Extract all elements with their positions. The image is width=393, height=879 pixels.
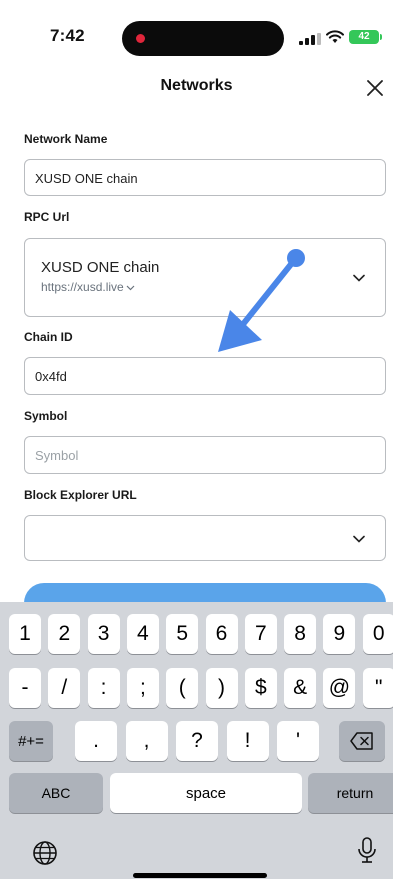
chain-id-value: 0x4fd [35,369,67,384]
key-punctuation[interactable]: ! [226,721,269,761]
delete-key[interactable] [339,721,385,761]
chevron-down-icon[interactable] [353,535,365,543]
rpc-url-value: https://xusd.live [41,280,135,294]
key-8[interactable]: 9 [323,614,356,654]
network-name-field[interactable]: XUSD ONE chain [24,159,386,196]
key-7[interactable]: 8 [284,614,317,654]
key-symbol[interactable]: : [87,668,120,708]
key-symbol[interactable]: / [48,668,81,708]
home-indicator [133,873,267,878]
network-name-value: XUSD ONE chain [35,171,138,186]
key-symbol[interactable]: & [284,668,317,708]
key-punctuation[interactable]: ? [176,721,218,761]
key-punctuation[interactable]: , [125,721,168,761]
globe-icon[interactable] [32,840,58,866]
key-6[interactable]: 7 [244,614,277,654]
key-4[interactable]: 5 [166,614,199,654]
symbol-field[interactable]: Symbol [24,436,386,474]
rpc-network-name: XUSD ONE chain [41,259,160,276]
key-1[interactable]: 2 [48,614,81,654]
chain-id-field[interactable]: 0x4fd [24,357,386,395]
key-2[interactable]: 3 [87,614,120,654]
cellular-signal-icon [299,33,321,45]
block-explorer-label: Block Explorer URL [24,488,137,502]
chevron-down-small-icon [126,285,135,291]
key-3[interactable]: 4 [126,614,159,654]
backspace-icon [350,732,373,750]
key-symbol[interactable]: ( [166,668,199,708]
rpc-url-select[interactable]: XUSD ONE chain https://xusd.live [24,238,386,317]
dynamic-island [122,21,284,56]
key-symbol[interactable]: ; [126,668,159,708]
microphone-icon[interactable] [356,836,378,866]
shift-symbols-key[interactable]: #+= [9,721,53,761]
network-name-label: Network Name [24,132,108,146]
key-symbol[interactable]: $ [244,668,277,708]
status-bar: 7:42 42 [0,0,393,62]
key-symbol[interactable]: ) [205,668,238,708]
key-0[interactable]: 1 [9,614,41,654]
key-punctuation[interactable]: . [75,721,117,761]
symbol-placeholder: Symbol [35,448,79,463]
key-symbol[interactable]: - [9,668,41,708]
page-title: Networks [160,77,233,94]
space-key[interactable]: space [110,773,302,813]
rpc-url-label: RPC Url [24,210,70,224]
wifi-icon [326,30,344,43]
block-explorer-select[interactable] [24,515,386,561]
recording-indicator [136,34,145,43]
chain-id-label: Chain ID [24,330,73,344]
key-symbol[interactable]: @ [323,668,356,708]
close-icon[interactable] [363,76,387,100]
key-9[interactable]: 0 [362,614,393,654]
abc-key[interactable]: ABC [9,773,103,813]
key-punctuation[interactable]: ' [277,721,319,761]
return-key[interactable]: return [308,773,393,813]
chevron-down-icon[interactable] [353,274,365,282]
symbol-label: Symbol [24,409,68,423]
key-5[interactable]: 6 [205,614,238,654]
battery-icon: 42 [349,30,382,44]
status-time: 7:42 [50,26,85,45]
key-symbol[interactable]: " [362,668,393,708]
